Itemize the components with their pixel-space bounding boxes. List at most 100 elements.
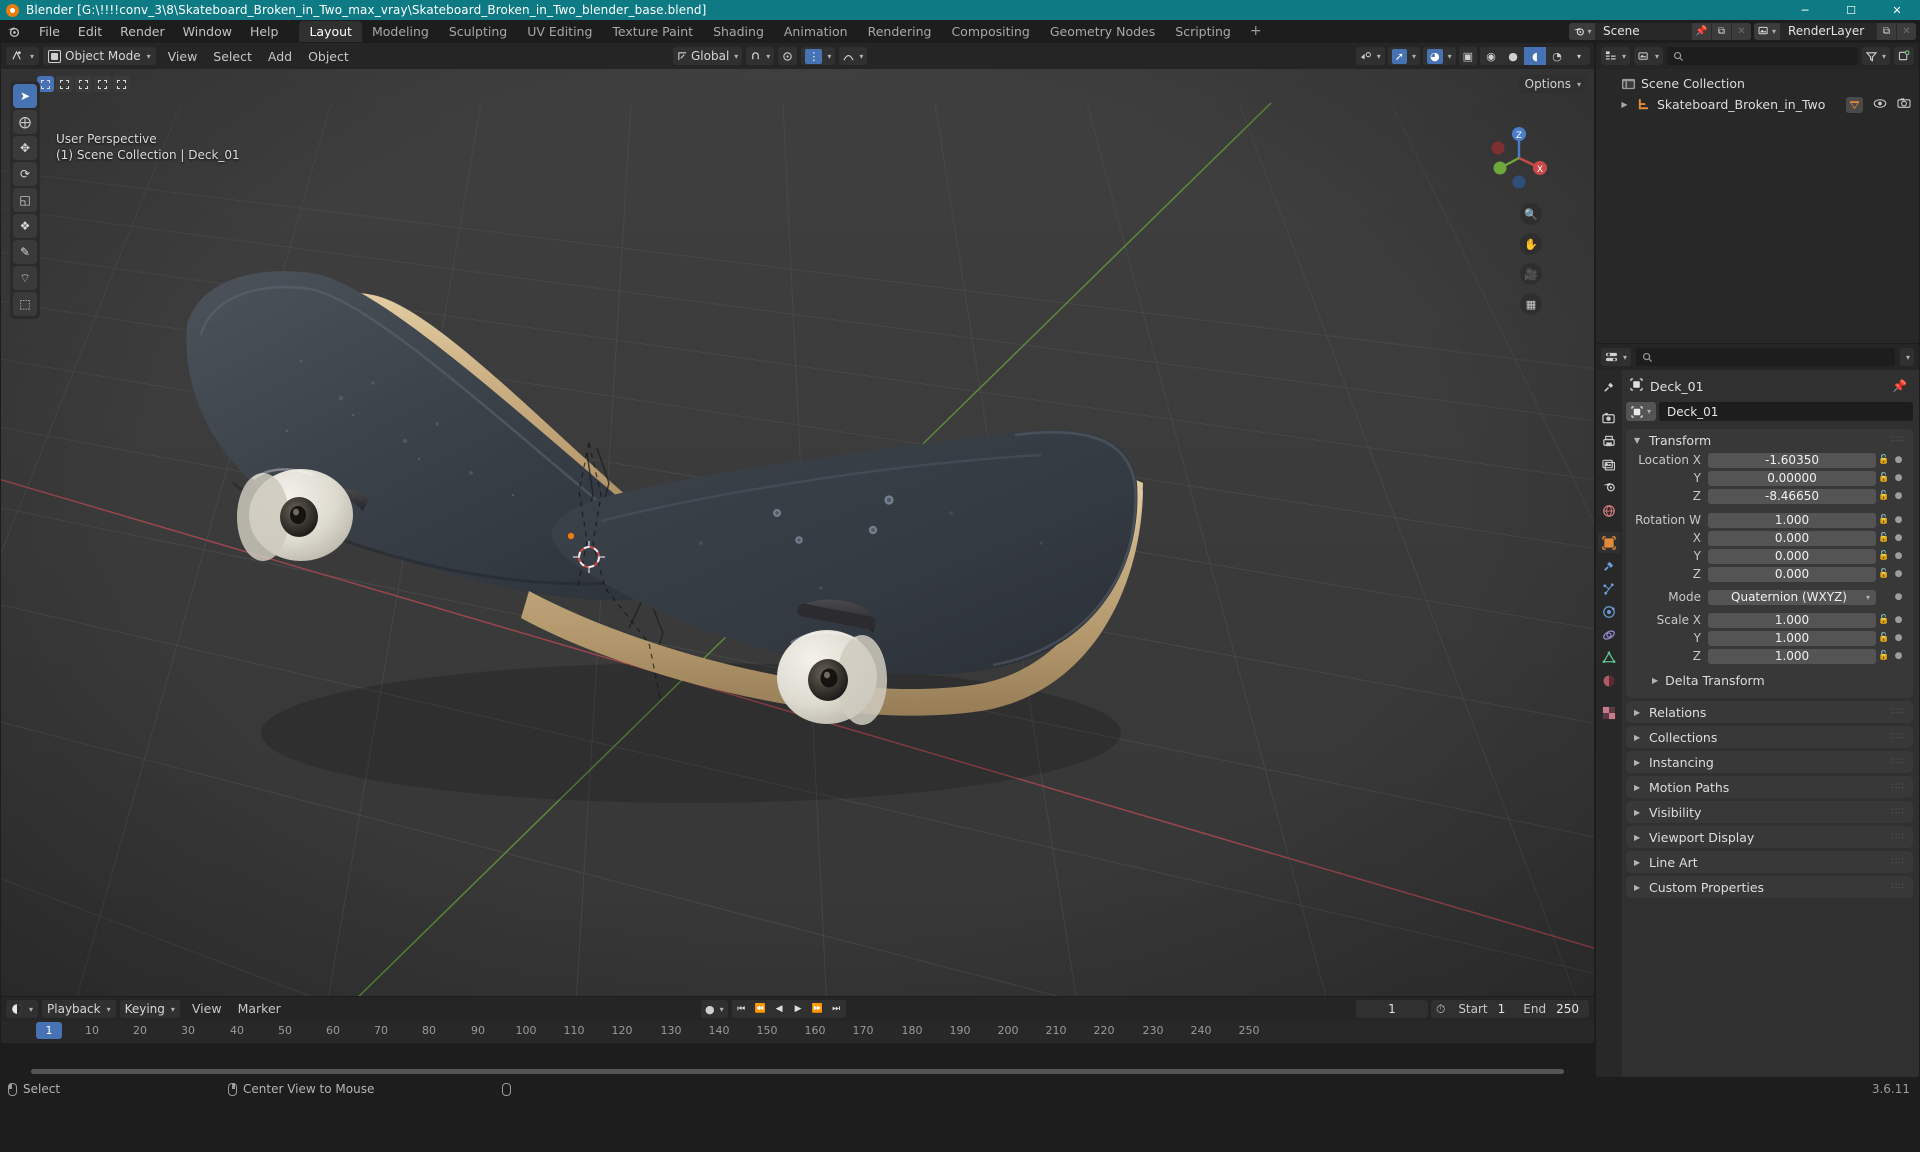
menu-file[interactable]: File: [30, 22, 69, 41]
scale-x-field[interactable]: 1.000: [1708, 612, 1876, 628]
tweak-tool-button[interactable]: ➤: [13, 84, 37, 108]
instancing-panel-header[interactable]: ▶ Instancing ∷∷: [1626, 751, 1913, 773]
outliner-row-scene-collection[interactable]: Scene Collection: [1596, 73, 1919, 94]
new-scene-button[interactable]: ⧉: [1711, 22, 1731, 40]
animate-property-icon[interactable]: ●: [1892, 633, 1905, 643]
workspace-tab-compositing[interactable]: Compositing: [941, 21, 1039, 42]
rotate-tool-button[interactable]: ⟳: [13, 162, 37, 186]
properties-search-input[interactable]: [1636, 348, 1895, 366]
properties-tab-physics[interactable]: [1598, 601, 1620, 622]
lock-icon[interactable]: 🔓: [1876, 533, 1892, 543]
timeline-track-area[interactable]: [1, 1043, 1594, 1077]
motion-paths-panel-header[interactable]: ▶ Motion Paths ∷∷: [1626, 776, 1913, 798]
xray-toggle[interactable]: ▣: [1458, 47, 1477, 65]
remove-viewlayer-button[interactable]: ✕: [1896, 22, 1916, 40]
viewport-menu-select[interactable]: Select: [205, 47, 260, 65]
properties-tab-view-layer[interactable]: [1598, 454, 1620, 475]
properties-tab-texture[interactable]: [1598, 702, 1620, 723]
collections-panel[interactable]: ▶ Collections ∷∷: [1626, 726, 1913, 748]
select-mode-buttons[interactable]: [37, 76, 130, 92]
shading-material-preview-button[interactable]: ◖: [1524, 47, 1546, 65]
timeline-menu-keying[interactable]: Keying ▾: [119, 1000, 180, 1018]
prev-keyframe-button[interactable]: ⏪: [751, 1000, 770, 1018]
properties-tab-scene[interactable]: [1598, 477, 1620, 498]
animate-property-icon[interactable]: ●: [1892, 615, 1905, 625]
properties-editor[interactable]: ▾ ▾ Deck_01 📌 ▾ Deck_01 ▼ Transform ∷∷ L…: [1596, 344, 1919, 1077]
disable-in-renders-icon[interactable]: [1897, 97, 1911, 112]
outliner-filter-button[interactable]: ▾: [1861, 47, 1890, 65]
menu-edit[interactable]: Edit: [69, 22, 111, 41]
lock-icon[interactable]: 🔓: [1876, 651, 1892, 661]
collections-panel-header[interactable]: ▶ Collections ∷∷: [1626, 726, 1913, 748]
end-frame-value[interactable]: 250: [1554, 1002, 1589, 1016]
outliner-editor-type-selector[interactable]: ▾: [1601, 47, 1631, 65]
viewport-display-panel[interactable]: ▶ Viewport Display ∷∷: [1626, 826, 1913, 848]
properties-options-dropdown[interactable]: ▾: [1899, 348, 1914, 366]
workspace-tab-animation[interactable]: Animation: [774, 21, 858, 42]
transform-panel-header[interactable]: ▼ Transform ∷∷: [1626, 429, 1913, 451]
outliner-search-input[interactable]: [1667, 47, 1858, 65]
pin-icon[interactable]: 📌: [1691, 22, 1711, 40]
lock-icon[interactable]: 🔓: [1876, 491, 1892, 501]
properties-tab-constraints[interactable]: [1598, 624, 1620, 645]
mesh-data-icon[interactable]: [1846, 96, 1863, 113]
visibility-selector[interactable]: ▾: [1355, 47, 1385, 65]
outliner-display-mode-selector[interactable]: ▾: [1634, 47, 1664, 65]
timeline-playhead[interactable]: 1: [36, 1022, 62, 1039]
snap-magnet-toggle[interactable]: ▾: [746, 47, 775, 65]
toggle-perspective-icon[interactable]: ▦: [1520, 293, 1542, 315]
viewport-display-panel-header[interactable]: ▶ Viewport Display ∷∷: [1626, 826, 1913, 848]
rotation-y-field[interactable]: 0.000: [1708, 548, 1876, 564]
properties-tab-object-data[interactable]: [1598, 647, 1620, 668]
next-keyframe-button[interactable]: ⏩: [808, 1000, 827, 1018]
location-x-field[interactable]: -1.60350: [1708, 452, 1876, 468]
animate-property-icon[interactable]: ●: [1892, 533, 1905, 543]
viewport-nav-buttons[interactable]: 🔍 ✋ 🎥 ▦: [1520, 203, 1542, 315]
lock-icon[interactable]: 🔓: [1876, 455, 1892, 465]
outliner-editor[interactable]: ▾ ▾ ▾ Scene Collection ▶ Skateboard_Brok…: [1596, 43, 1919, 343]
viewport-menu-add[interactable]: Add: [260, 47, 300, 65]
rotation-x-field[interactable]: 0.000: [1708, 530, 1876, 546]
workspace-tab-sculpting[interactable]: Sculpting: [439, 21, 517, 42]
shading-solid-button[interactable]: ●: [1502, 47, 1524, 65]
auto-keying-toggle[interactable]: ● ▾: [701, 1000, 728, 1018]
scale-y-field[interactable]: 1.000: [1708, 630, 1876, 646]
viewlayer-name[interactable]: RenderLayer: [1780, 22, 1876, 40]
line-art-panel[interactable]: ▶ Line Art ∷∷: [1626, 851, 1913, 873]
start-frame-value[interactable]: 1: [1496, 1002, 1516, 1016]
scale-z-field[interactable]: 1.000: [1708, 648, 1876, 664]
location-z-field[interactable]: -8.46650: [1708, 488, 1876, 504]
animate-property-icon[interactable]: ●: [1892, 592, 1905, 602]
location-y-field[interactable]: 0.00000: [1708, 470, 1876, 486]
timeline-menu-playback[interactable]: Playback ▾: [42, 1000, 116, 1018]
hide-in-viewport-icon[interactable]: [1873, 97, 1887, 112]
frame-range-group[interactable]: ⏱ Start 1 End 250: [1430, 1000, 1589, 1018]
current-frame-field[interactable]: 1: [1355, 1000, 1428, 1018]
zoom-icon[interactable]: 🔍: [1520, 203, 1542, 225]
shading-wireframe-button[interactable]: ◉: [1480, 47, 1502, 65]
workspace-tab-geometry-nodes[interactable]: Geometry Nodes: [1040, 21, 1165, 42]
properties-tab-output[interactable]: [1598, 431, 1620, 452]
relations-panel-header[interactable]: ▶ Relations ∷∷: [1626, 701, 1913, 723]
measure-tool-button[interactable]: ⌔: [13, 266, 37, 290]
3d-viewport[interactable]: ▾ Object Mode ▾ View Select Add Object G…: [1, 43, 1594, 996]
object-datablock-selector[interactable]: ▾: [1626, 402, 1656, 421]
properties-editor-type-selector[interactable]: ▾: [1601, 348, 1632, 366]
relations-panel[interactable]: ▶ Relations ∷∷: [1626, 701, 1913, 723]
play-button[interactable]: ▶: [789, 1000, 808, 1018]
playback-transport[interactable]: ⏮ ⏪ ◀ ▶ ⏩ ⏭: [731, 1000, 846, 1018]
custom-properties-panel-header[interactable]: ▶ Custom Properties ∷∷: [1626, 876, 1913, 898]
snapping-settings[interactable]: [778, 47, 798, 65]
navigation-gizmo[interactable]: Z X: [1484, 123, 1554, 193]
proportional-editing-toggle[interactable]: ▾: [839, 47, 868, 65]
lock-icon[interactable]: 🔓: [1876, 551, 1892, 561]
maximize-button[interactable]: ☐: [1828, 0, 1874, 20]
add-cube-tool-button[interactable]: ⬚: [13, 292, 37, 316]
jump-to-start-button[interactable]: ⏮: [732, 1000, 751, 1018]
close-button[interactable]: ✕: [1874, 0, 1920, 20]
workspace-tab-rendering[interactable]: Rendering: [858, 21, 942, 42]
viewlayer-selector[interactable]: ▾ RenderLayer ⧉ ✕: [1754, 22, 1916, 40]
rotation-z-field[interactable]: 0.000: [1708, 566, 1876, 582]
new-viewlayer-button[interactable]: ⧉: [1876, 22, 1896, 40]
editor-type-selector[interactable]: ▾: [6, 47, 40, 65]
